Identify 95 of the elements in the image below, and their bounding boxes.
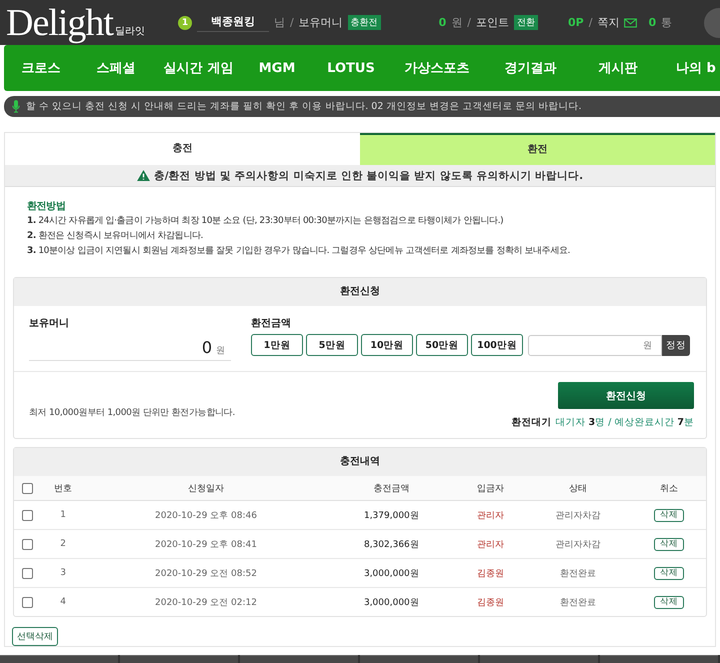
table-cell: 3,000,000원 <box>364 598 419 608</box>
table-cell: 관리자 <box>476 540 504 550</box>
holding-label: 보유머니 <box>29 317 70 330</box>
taskbar-button[interactable] <box>120 655 238 663</box>
table-cell: 2020-10-29 오후 08:46 <box>155 510 257 520</box>
section-title: 환전방법 <box>27 200 66 214</box>
convert-button[interactable]: 전환 <box>514 15 538 30</box>
column-header: 번호 <box>54 484 72 494</box>
nav-item[interactable]: 가상스포츠 <box>391 59 483 77</box>
logo-subtitle: 딜라잇 <box>114 24 145 38</box>
amount-button[interactable]: 5만원 <box>306 334 358 356</box>
mail-icon[interactable] <box>624 18 638 28</box>
column-header: 입금자 <box>476 484 504 494</box>
level-badge: 1 <box>178 16 192 30</box>
minimum-note: 최저 10,000원부터 1,000원 단위만 환전가능합니다. <box>29 407 235 419</box>
table-cell: 3,000,000원 <box>364 568 419 578</box>
table-cell: 3 <box>60 568 66 578</box>
table-cell: 환전완료 <box>560 598 596 608</box>
checkbox[interactable] <box>22 596 32 608</box>
reset-button[interactable]: 정정 <box>662 334 690 356</box>
logo[interactable]: Delight <box>6 2 113 42</box>
table-cell: 8,302,366원 <box>364 540 419 550</box>
checkbox[interactable] <box>22 568 32 578</box>
taskbar-button[interactable] <box>0 655 118 663</box>
separator: / <box>467 16 471 29</box>
wait-detail: 대기자 3명 / 예상완료시간 7분 <box>555 416 694 429</box>
table-cell: 김종원 <box>476 598 504 608</box>
warning-icon <box>136 170 150 181</box>
nav-item[interactable]: MGM <box>243 60 311 76</box>
microphone-icon <box>12 100 20 113</box>
message-label: 쪽지 <box>597 15 620 30</box>
wait-label: 환전대기 <box>511 416 552 429</box>
checkbox[interactable] <box>22 510 32 520</box>
table-cell: 관리자 <box>476 510 504 520</box>
money-value: 0 <box>438 16 446 29</box>
amount-button[interactable]: 100만원 <box>471 334 523 356</box>
point-value: 0P <box>568 16 584 29</box>
taskbar-button[interactable] <box>480 655 598 663</box>
column-header: 충전금액 <box>373 484 410 494</box>
nav-item[interactable]: 경기결과 <box>483 59 578 77</box>
amount-field[interactable]: 원 <box>528 334 662 356</box>
delete-button[interactable]: 삭제 <box>654 566 684 580</box>
notice-text: 할 수 있으니 충전 신청 시 안내해 드리는 계좌를 필히 확인 후 이용 바랍니다. 02 개인정보 변경은 고객센터로 문의 바랍니다. <box>26 100 582 113</box>
instruction-text: 1. 24시간 자유롭게 입·출금이 가능하며 최장 10분 소요 (단, 23:30부터 00:30분까지는 은행점검으로 타행이체가 안됩니다.) <box>27 215 504 228</box>
point-label: 포인트 <box>476 15 509 30</box>
delete-selected-button[interactable]: 선택삭제 <box>12 627 58 646</box>
tab[interactable]: 환전 <box>360 133 715 165</box>
taskbar-button[interactable] <box>360 655 478 663</box>
panel-title: 충전내역 <box>14 448 706 476</box>
taskbar-button[interactable] <box>240 655 358 663</box>
delete-button[interactable]: 삭제 <box>654 596 684 608</box>
submit-button[interactable]: 환전신청 <box>558 382 694 409</box>
table-cell: 2020-10-29 오후 08:41 <box>155 540 257 550</box>
table-cell: 2 <box>60 539 66 549</box>
table-cell: 관리자차감 <box>555 510 600 520</box>
column-header: 신청일자 <box>188 484 224 494</box>
nav-item[interactable]: 나의 b <box>658 59 720 77</box>
checkbox[interactable] <box>22 482 32 494</box>
message-unit: 통 <box>661 15 672 30</box>
instruction-text: 3. 10분이상 입금이 지연될시 회원님 계좌정보를 잘못 기입한 경우가 많습니다. 그럴경우 상단메뉴 고객센터로 계좌정보를 정확히 보내주세요. <box>27 245 571 258</box>
nav-item[interactable]: 게시판 <box>578 59 658 77</box>
table-cell: 관리자차감 <box>555 540 600 550</box>
nav-item[interactable]: 크로스 <box>4 59 78 77</box>
column-header: 취소 <box>660 484 678 494</box>
table-cell: 2020-10-29 오전 08:52 <box>155 568 257 578</box>
honorific: 님 <box>274 15 285 30</box>
username: 백종원킹 <box>197 14 269 32</box>
panel-title: 환전신청 <box>14 278 706 306</box>
money-label: 보유머니 <box>298 15 343 30</box>
delete-button[interactable]: 삭제 <box>654 538 684 550</box>
nav-item[interactable]: 스페셜 <box>78 59 154 77</box>
table-cell: 1,379,000원 <box>364 510 419 520</box>
taskbar-button[interactable] <box>600 655 718 663</box>
table-cell: 1 <box>60 510 66 520</box>
nav-item[interactable]: 실시간 게임 <box>154 59 243 77</box>
table-cell: 4 <box>60 597 66 607</box>
delete-button[interactable]: 삭제 <box>654 508 684 522</box>
amount-button[interactable]: 1만원 <box>251 334 303 356</box>
message-count: 0 <box>648 16 656 29</box>
table-cell: 환전완료 <box>560 568 596 578</box>
warning-text: 충/환전 방법 및 주의사항의 미숙지로 인한 불이익을 받지 않도록 유의하시기 바랍니다. <box>154 168 584 182</box>
separator: / <box>588 16 592 29</box>
holding-field: 0 원 <box>29 334 231 361</box>
amount-button[interactable]: 50만원 <box>416 334 468 356</box>
table-cell: 2020-10-29 오전 02:12 <box>155 598 257 608</box>
amount-label: 환전금액 <box>251 317 292 330</box>
checkbox[interactable] <box>22 538 32 550</box>
exchange-button[interactable]: 충환전 <box>348 15 381 30</box>
instruction-text: 2. 환전은 신청즉시 보유머니에서 차감됩니다. <box>27 230 204 243</box>
column-header: 상태 <box>568 484 587 494</box>
table-cell: 김종원 <box>476 568 504 578</box>
amount-button[interactable]: 10만원 <box>361 334 413 356</box>
separator: / <box>290 16 294 29</box>
money-unit: 원 <box>451 15 462 30</box>
nav-item[interactable]: LOTUS <box>311 60 391 76</box>
